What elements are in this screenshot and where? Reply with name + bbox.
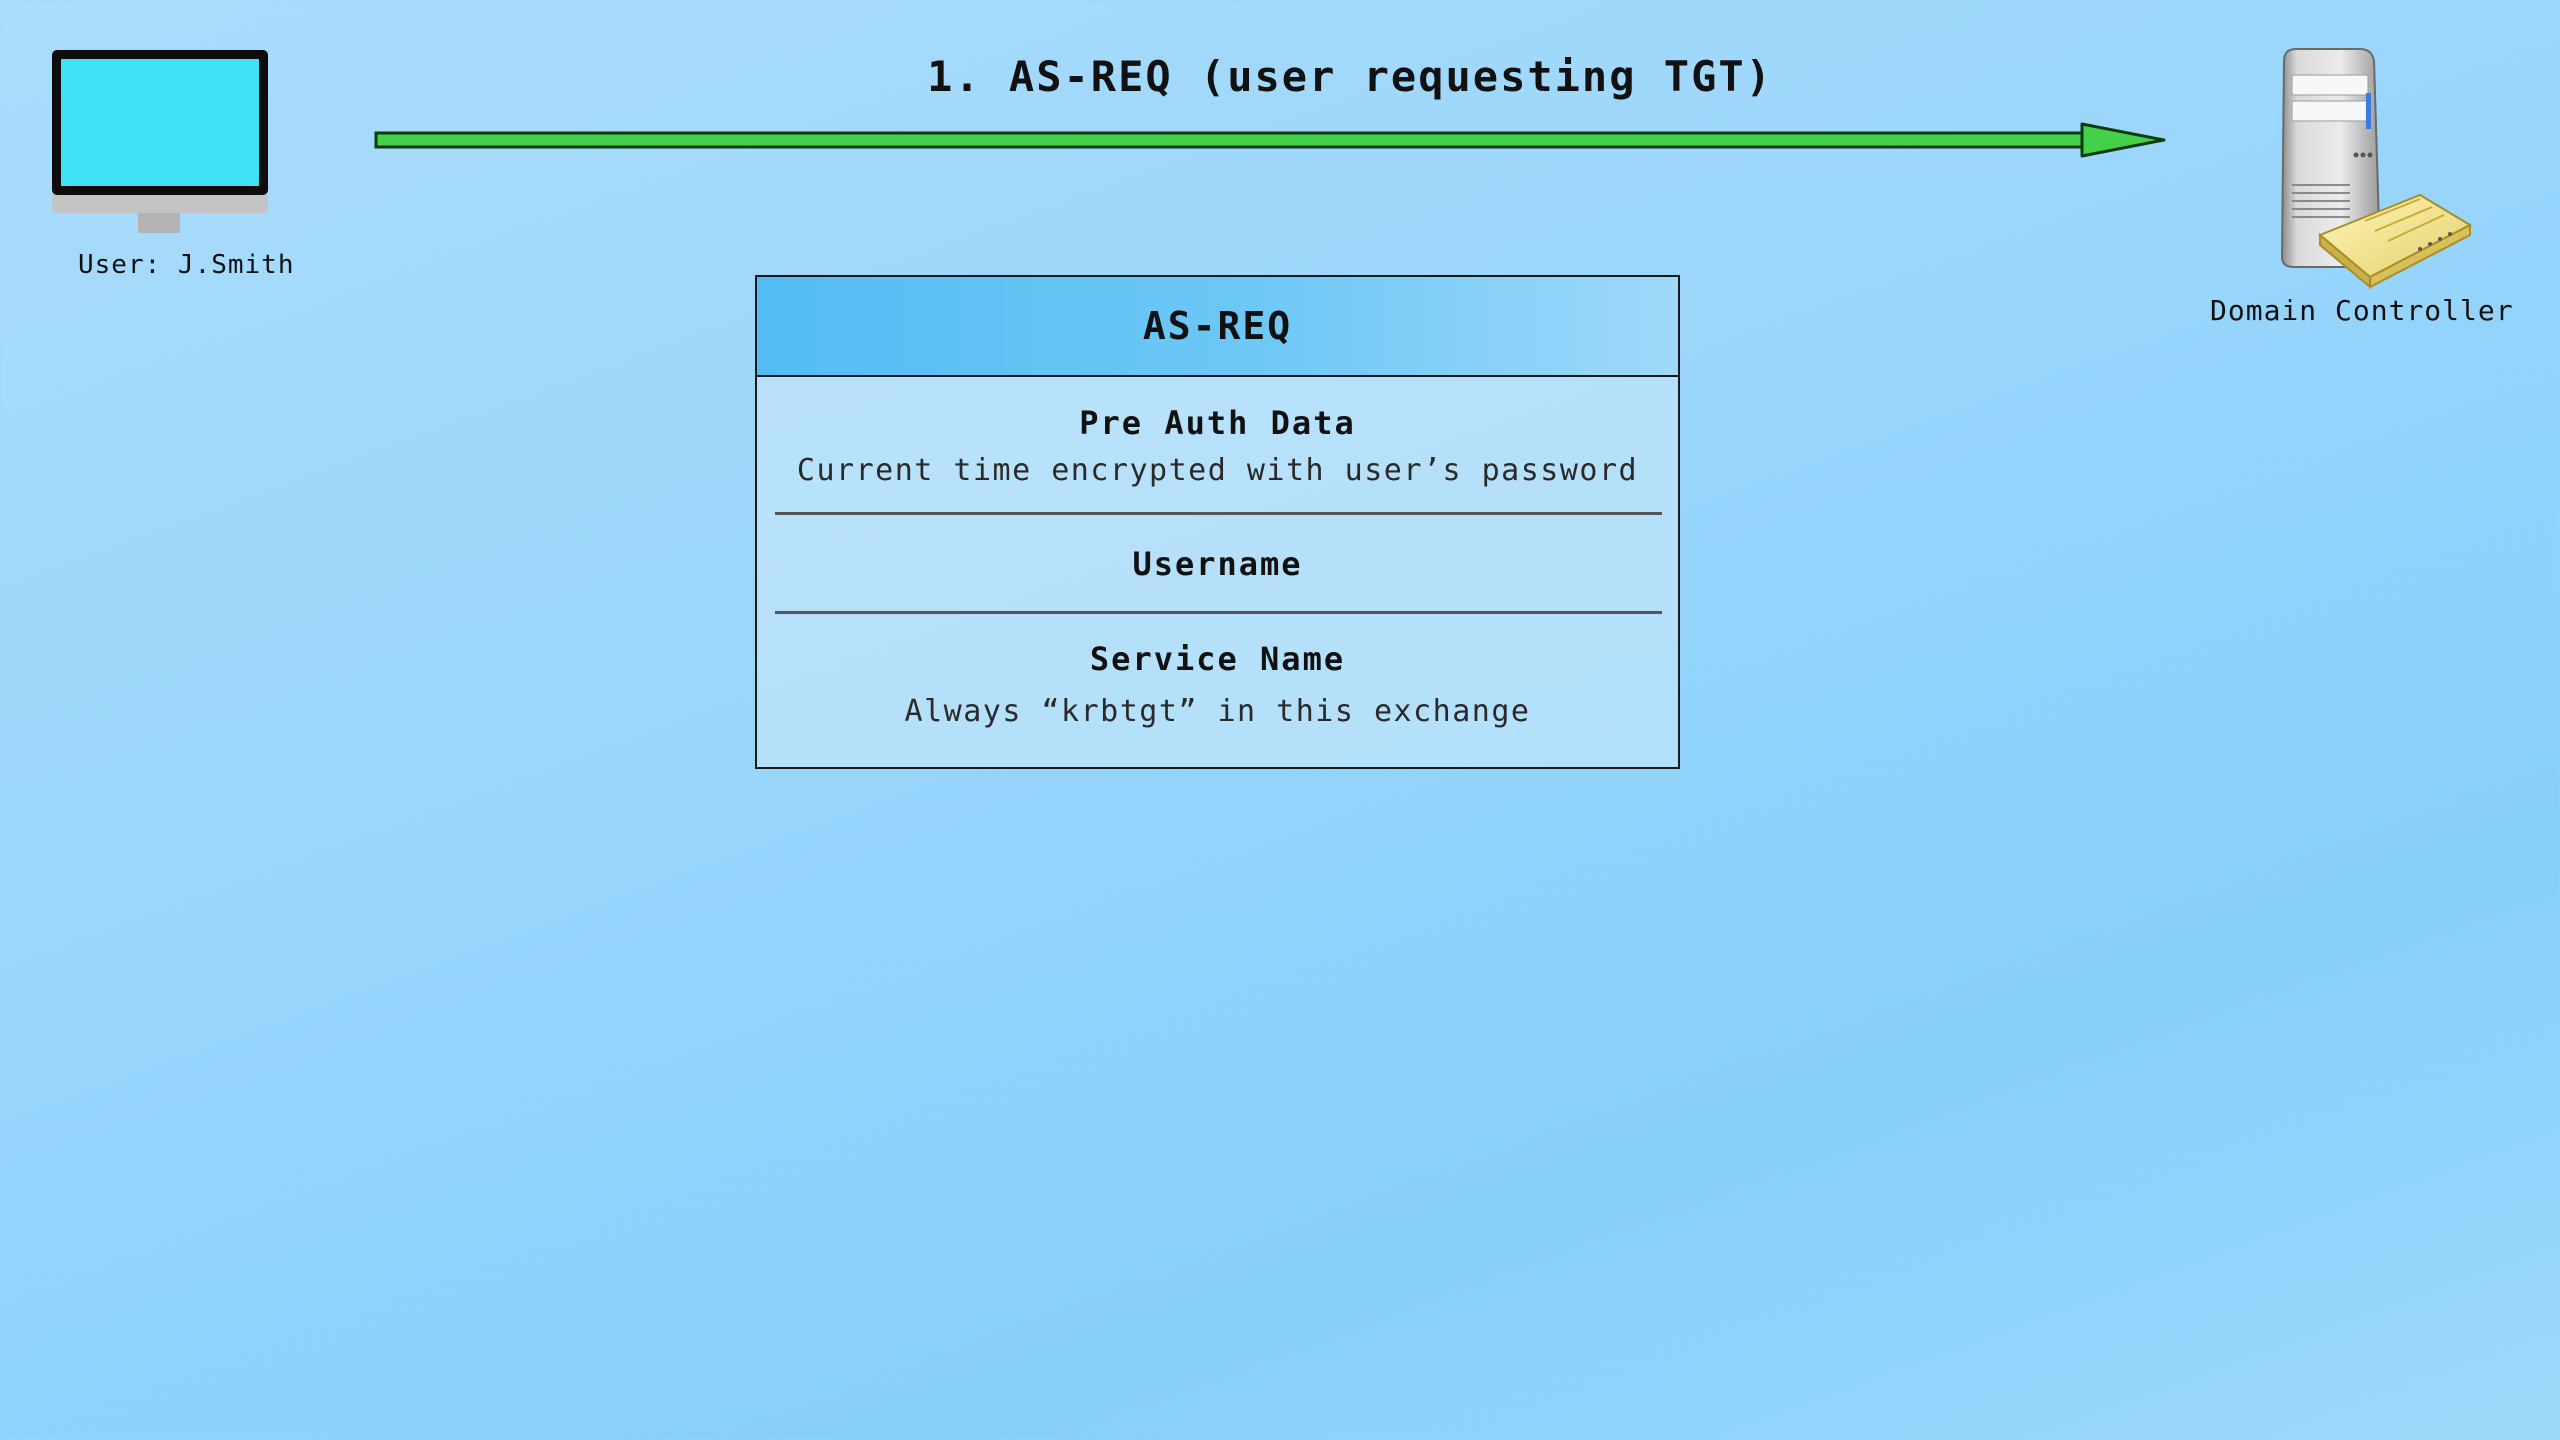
field-pre-auth-data-name: Pre Auth Data	[1079, 404, 1356, 442]
field-service-name-name: Service Name	[1089, 640, 1346, 678]
request-arrow	[374, 122, 2166, 158]
client-label: User: J.Smith	[78, 250, 295, 280]
packet-header: AS-REQ	[757, 277, 1678, 377]
arrow-shaft	[374, 131, 2088, 149]
monitor-stand	[138, 213, 180, 233]
packet-title: AS-REQ	[1142, 304, 1293, 348]
domain-controller-icon	[2280, 48, 2473, 290]
server-label: Domain Controller	[2210, 294, 2514, 327]
field-pre-auth-data-description: Current time encrypted with user’s passw…	[796, 453, 1639, 488]
arrow-head	[2080, 122, 2166, 158]
step-title: 1. AS-REQ (user requesting TGT)	[927, 52, 1773, 101]
field-divider	[775, 611, 1662, 614]
as-req-packet: AS-REQ Pre Auth Data Current time encryp…	[755, 275, 1680, 769]
field-divider	[775, 512, 1662, 515]
field-username-name: Username	[1132, 545, 1303, 583]
monitor-chin	[52, 195, 268, 213]
field-service-name-description: Always “krbtgt” in this exchange	[904, 694, 1531, 729]
